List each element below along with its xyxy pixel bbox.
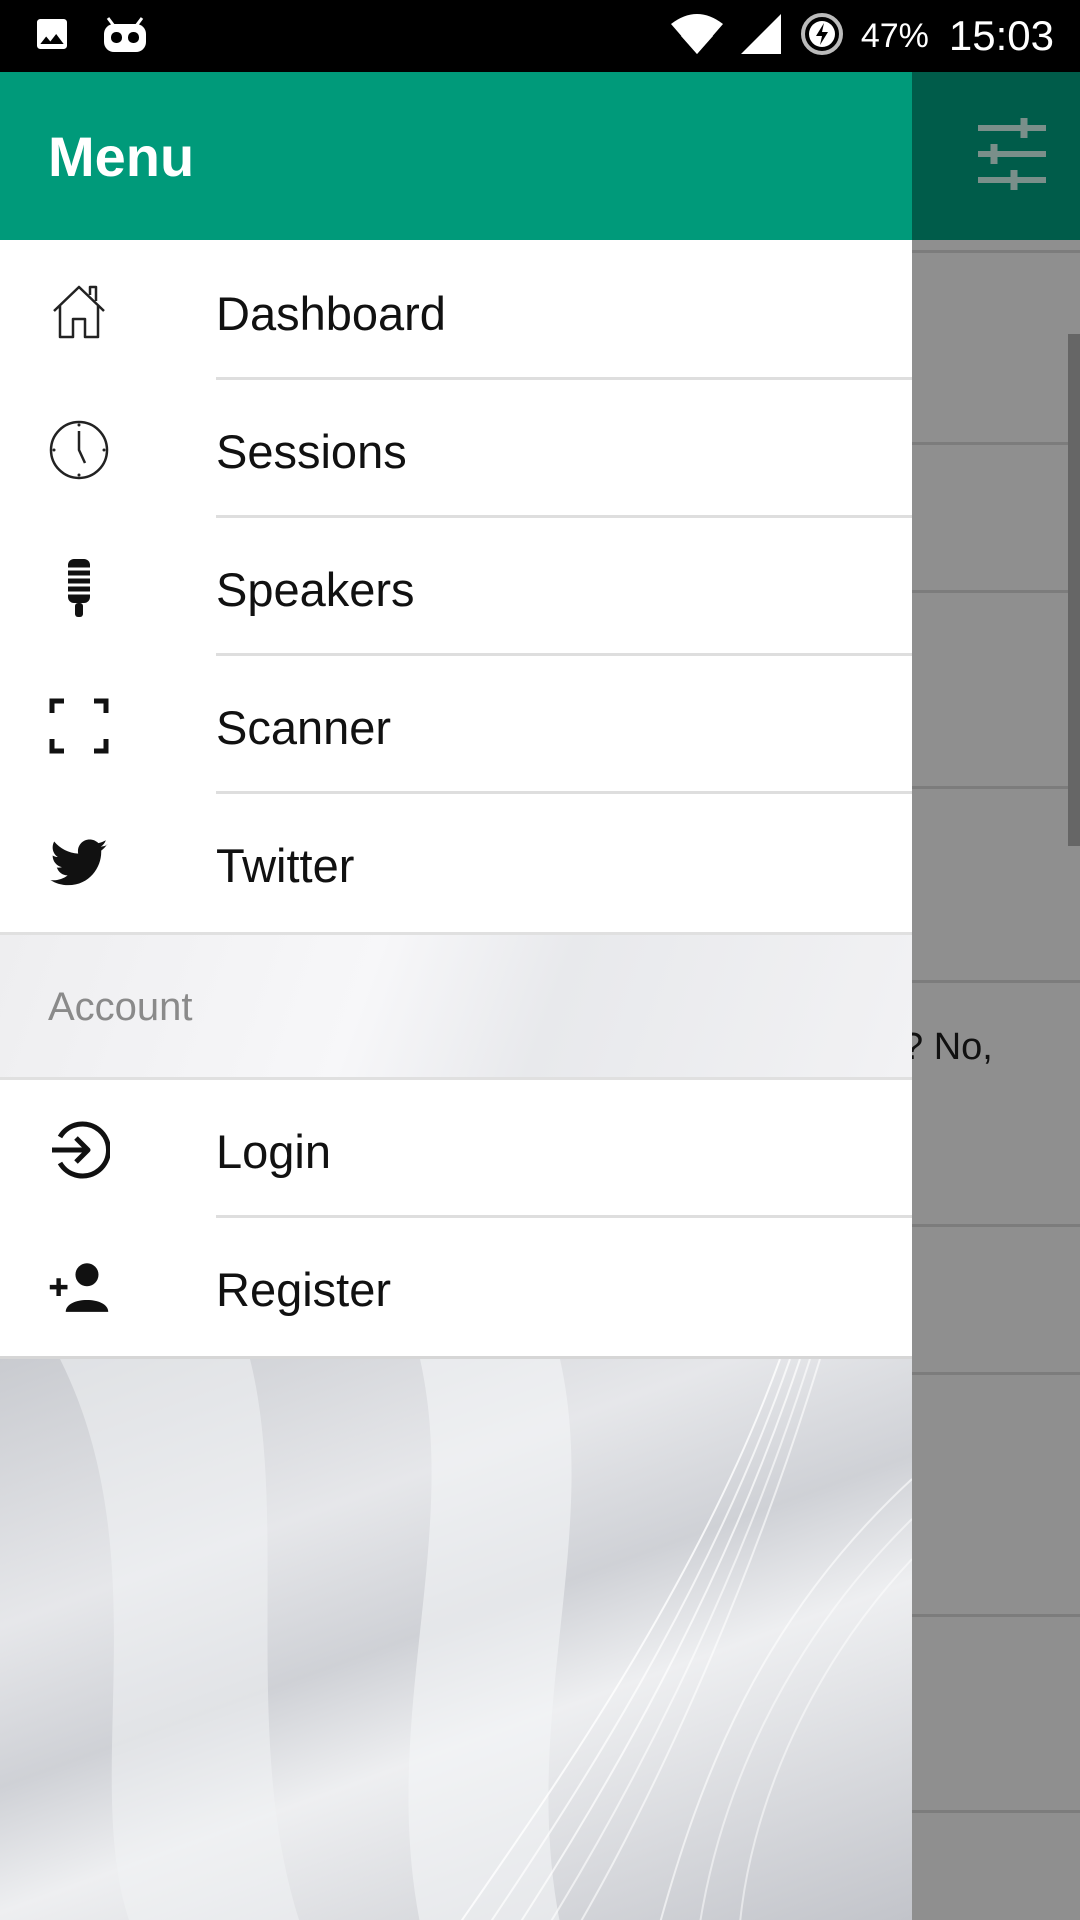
- login-icon: [48, 1119, 110, 1181]
- android-bot-icon: [102, 14, 148, 59]
- microphone-icon: [48, 557, 110, 619]
- drawer-background-art: [0, 1356, 912, 1920]
- nav-item-dashboard[interactable]: Dashboard: [0, 242, 912, 380]
- twitter-icon: [48, 833, 110, 895]
- nav-item-twitter[interactable]: Twitter: [0, 794, 912, 932]
- divider: [912, 442, 1080, 445]
- section-title: Account: [48, 985, 193, 1029]
- account-section-header: Account: [0, 932, 912, 1080]
- divider: [912, 250, 1080, 253]
- drawer-title: Menu: [48, 125, 195, 188]
- divider: [912, 1372, 1080, 1375]
- divider: [912, 980, 1080, 983]
- divider: [912, 786, 1080, 789]
- nav-item-label: Dashboard: [216, 287, 446, 340]
- wifi-icon: [670, 12, 723, 61]
- nav-item-label: Register: [216, 1263, 392, 1316]
- battery-charging-icon: [799, 11, 845, 62]
- divider: [912, 590, 1080, 593]
- nav-item-label: Login: [216, 1125, 331, 1178]
- clock-icon: [48, 419, 110, 481]
- clock-time: 15:03: [948, 12, 1054, 59]
- status-bar: 47% 15:03: [0, 0, 1080, 72]
- nav-item-label: Sessions: [216, 425, 407, 478]
- nav-item-speakers[interactable]: Speakers: [0, 518, 912, 656]
- nav-item-register[interactable]: Register: [0, 1218, 912, 1356]
- scan-frame-icon: [48, 695, 110, 757]
- divider: [912, 1810, 1080, 1813]
- nav-item-label: Twitter: [216, 839, 355, 892]
- nav-item-label: Scanner: [216, 701, 392, 754]
- navigation-drawer: Menu Dashboard Sessions Speakers Scanner: [0, 72, 912, 1920]
- signal-icon: [739, 12, 783, 61]
- nav-item-scanner[interactable]: Scanner: [0, 656, 912, 794]
- home-icon: [48, 281, 110, 343]
- nav-item-label: Speakers: [216, 563, 415, 616]
- nav-item-sessions[interactable]: Sessions: [0, 380, 912, 518]
- battery-percent: 47%: [860, 16, 929, 55]
- divider: [912, 1224, 1080, 1227]
- tune-icon[interactable]: [974, 116, 1050, 192]
- background-text: ? No,: [902, 1026, 993, 1068]
- nav-item-login[interactable]: Login: [0, 1080, 912, 1218]
- add-person-icon: [48, 1257, 110, 1319]
- divider: [912, 1614, 1080, 1617]
- scrollbar[interactable]: [1068, 334, 1080, 846]
- image-icon: [32, 14, 72, 59]
- drawer-header: Menu: [0, 72, 912, 240]
